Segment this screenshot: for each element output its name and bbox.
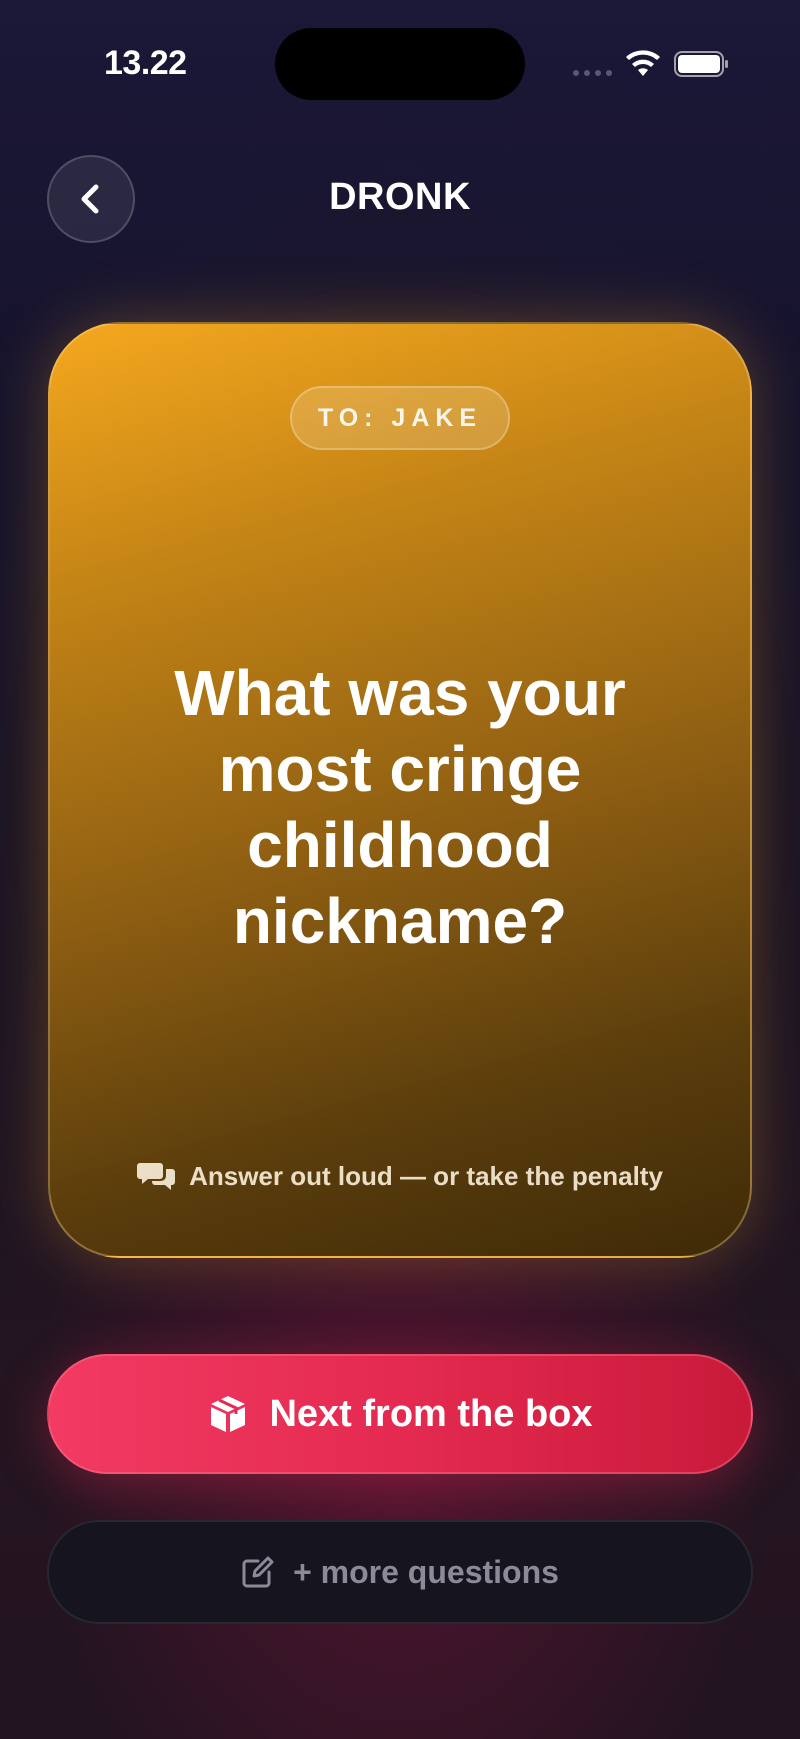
cellular-signal-icon bbox=[573, 70, 612, 76]
edit-icon bbox=[242, 1556, 274, 1588]
next-question-label: Next from the box bbox=[269, 1392, 593, 1435]
more-questions-label: + more questions bbox=[293, 1553, 559, 1590]
cube-icon bbox=[211, 1396, 246, 1432]
wifi-icon bbox=[626, 50, 660, 76]
battery-icon bbox=[674, 51, 728, 77]
question-text: What was your most cringe childhood nick… bbox=[174, 657, 626, 957]
next-question-button[interactable]: Next from the box bbox=[47, 1354, 753, 1474]
chat-bubbles-icon bbox=[137, 1163, 176, 1190]
page-title: DRONK bbox=[329, 176, 471, 218]
hint-row: Answer out loud — or take the penalty bbox=[0, 1160, 800, 1192]
more-questions-button[interactable]: + more questions bbox=[47, 1520, 753, 1624]
hint-text: Answer out loud — or take the penalty bbox=[189, 1160, 663, 1191]
status-time: 13.22 bbox=[104, 44, 187, 82]
recipient-badge: TO: JAKE bbox=[290, 386, 510, 450]
dynamic-island bbox=[275, 28, 525, 100]
